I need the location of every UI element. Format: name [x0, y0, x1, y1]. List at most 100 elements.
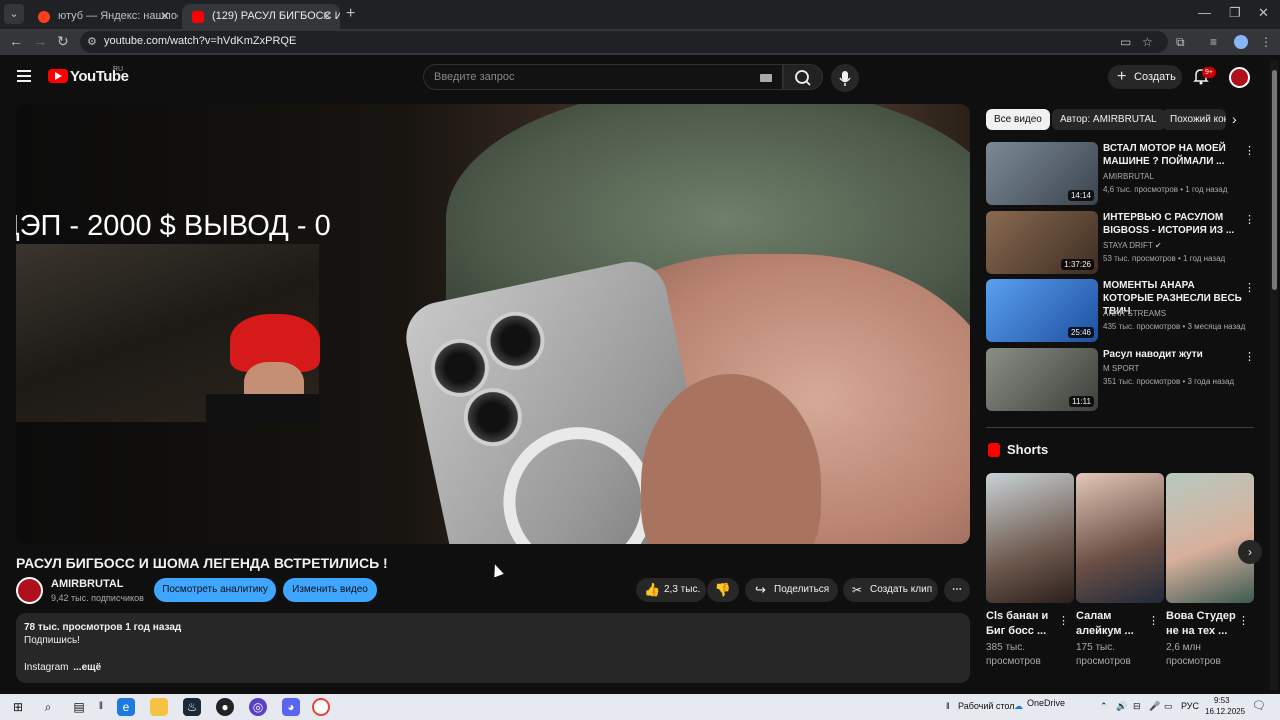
video-title[interactable]: ИНТЕРВЬЮ С РАСУЛОМ BIGBOSS - ИСТОРИЯ ИЗ …: [1103, 211, 1243, 237]
recommendation-item[interactable]: 11:11 Расул наводит жути M SPORT 351 тыс…: [986, 348, 1256, 412]
chip-author[interactable]: Автор: AMIRBRUTAL: [1052, 109, 1165, 130]
taskbar-separator: ‖: [98, 701, 104, 712]
bookmark-star-icon[interactable]: ☆: [1142, 35, 1153, 49]
channel-avatar[interactable]: [16, 577, 43, 604]
recommendation-item[interactable]: 14:14 ВСТАЛ МОТОР НА МОЕЙ МАШИНЕ ? ПОЙМА…: [986, 142, 1256, 206]
new-tab-button[interactable]: +: [346, 5, 355, 23]
back-button[interactable]: ←: [9, 33, 23, 49]
keyboard-icon[interactable]: [760, 74, 772, 82]
channel-name[interactable]: AMIRBRUTAL: [51, 578, 124, 590]
more-vert-icon[interactable]: ⋮: [1058, 614, 1069, 627]
short-title[interactable]: Салам алейкум ...: [1076, 609, 1146, 639]
recommendation-item[interactable]: 1:37:26 ИНТЕРВЬЮ С РАСУЛОМ BIGBOSS - ИСТ…: [986, 211, 1256, 275]
account-avatar[interactable]: [1229, 67, 1250, 88]
onedrive-label[interactable]: OneDrive: [1027, 698, 1065, 708]
close-icon[interactable]: ✕: [322, 4, 332, 29]
edge-icon[interactable]: e: [117, 698, 135, 716]
more-vert-icon[interactable]: ⋮: [1244, 281, 1255, 294]
tab-yandex[interactable]: ютуб — Яндекс: нашлось 7 млн ✕: [28, 4, 178, 29]
desktop-label[interactable]: Рабочий стол: [958, 701, 1015, 711]
windows-start-icon[interactable]: ⊞: [9, 698, 27, 716]
create-clip-button[interactable]: ✂ Создать клип: [843, 578, 938, 602]
app-icon[interactable]: ●: [216, 698, 234, 716]
shorts-next-button[interactable]: ›: [1238, 540, 1262, 564]
menu-icon[interactable]: ⋮: [1260, 35, 1272, 49]
video-player[interactable]: ДЭП - 2000 $ ВЫВОД - 0: [16, 104, 970, 544]
more-vert-icon[interactable]: ⋮: [1148, 614, 1159, 627]
voice-search-button[interactable]: [831, 64, 859, 92]
file-explorer-icon[interactable]: [150, 698, 168, 716]
close-icon[interactable]: ✕: [160, 4, 170, 29]
cast-icon[interactable]: ▭: [1120, 35, 1131, 49]
create-button[interactable]: + Создать: [1108, 65, 1182, 89]
forward-button[interactable]: →: [33, 33, 47, 49]
reload-button[interactable]: ↻: [57, 33, 69, 50]
browser-tab-bar: ⌄ ютуб — Яндекс: нашлось 7 млн ✕ (129) Р…: [0, 0, 1280, 29]
profile-avatar[interactable]: [1234, 35, 1248, 49]
chrome-icon[interactable]: [312, 698, 330, 716]
channel-name[interactable]: M SPORT: [1103, 364, 1139, 373]
display-icon[interactable]: ▭: [1164, 701, 1173, 712]
tray-expand-icon[interactable]: ⌃: [1100, 701, 1108, 712]
more-vert-icon[interactable]: ⋮: [1244, 144, 1255, 157]
video-thumbnail[interactable]: 1:37:26: [986, 211, 1098, 274]
restore-button[interactable]: ❐: [1229, 5, 1241, 21]
more-vert-icon[interactable]: ⋮: [1244, 213, 1255, 226]
video-description[interactable]: 78 тыс. просмотров 1 год назад Подпишись…: [16, 613, 970, 683]
menu-hamburger-icon[interactable]: [17, 70, 31, 82]
more-vert-icon[interactable]: ⋮: [1238, 614, 1249, 627]
share-button[interactable]: ↪ Поделиться: [745, 578, 838, 602]
site-info-icon[interactable]: ⚙: [87, 35, 97, 48]
youtube-logo-icon[interactable]: [48, 69, 68, 83]
obs-icon[interactable]: ◎: [249, 698, 267, 716]
reading-list-icon[interactable]: ≡: [1210, 35, 1217, 49]
channel-name[interactable]: ANAR STREAMS: [1103, 309, 1166, 318]
minimize-button[interactable]: —: [1198, 5, 1211, 20]
search-button[interactable]: [783, 64, 823, 90]
dislike-button[interactable]: 👎: [707, 578, 739, 602]
chevron-right-icon[interactable]: ›: [1232, 111, 1237, 127]
window-close-button[interactable]: ✕: [1258, 5, 1269, 21]
like-button[interactable]: 👍 2,3 тыс.: [636, 578, 706, 602]
more-actions-button[interactable]: ⋯: [944, 578, 970, 602]
discord-icon[interactable]: ◕: [282, 698, 300, 716]
video-thumbnail[interactable]: 11:11: [986, 348, 1098, 411]
channel-name[interactable]: AMIRBRUTAL: [1103, 172, 1154, 181]
scrollbar-thumb[interactable]: [1272, 70, 1277, 290]
chip-related[interactable]: Похожий контент: [1162, 109, 1226, 130]
language-indicator[interactable]: РУС: [1181, 701, 1199, 711]
short-thumbnail[interactable]: [1166, 473, 1254, 603]
thumbs-down-icon: 👎: [714, 582, 732, 597]
clock-date[interactable]: 16.12.2025: [1205, 707, 1245, 716]
scissors-icon: ✂: [852, 583, 863, 597]
short-thumbnail[interactable]: [1076, 473, 1164, 603]
tab-search-button[interactable]: ⌄: [4, 4, 24, 24]
clock-time[interactable]: 9:53: [1214, 696, 1230, 705]
extensions-icon[interactable]: ⧉: [1176, 35, 1185, 50]
more-vert-icon[interactable]: ⋮: [1244, 350, 1255, 363]
short-title[interactable]: Cls банан и Биг босс ...: [986, 609, 1056, 639]
search-icon[interactable]: ⌕: [39, 698, 57, 716]
view-analytics-button[interactable]: Посмотреть аналитику: [154, 578, 276, 602]
microphone-icon[interactable]: 🎤: [1149, 701, 1160, 712]
channel-name[interactable]: STAYA DRIFT ✔: [1103, 241, 1162, 250]
steam-icon[interactable]: ♨: [183, 698, 201, 716]
video-title[interactable]: ВСТАЛ МОТОР НА МОЕЙ МАШИНЕ ? ПОЙМАЛИ ...: [1103, 142, 1243, 168]
short-thumbnail[interactable]: [986, 473, 1074, 603]
chip-all-videos[interactable]: Все видео: [986, 109, 1050, 130]
edit-video-button[interactable]: Изменить видео: [283, 578, 377, 602]
address-bar[interactable]: ⚙ youtube.com/watch?v=hVdKmZxPRQE: [80, 31, 1168, 53]
search-input[interactable]: Введите запрос: [423, 64, 783, 90]
network-icon[interactable]: ⊟: [1133, 701, 1141, 712]
video-thumbnail[interactable]: 14:14: [986, 142, 1098, 205]
tab-youtube[interactable]: (129) РАСУЛ БИГБОСС И Ш ✕: [182, 4, 340, 29]
video-thumbnail[interactable]: 25:46: [986, 279, 1098, 342]
show-more-link[interactable]: ...ещё: [73, 662, 101, 673]
video-title[interactable]: Расул наводит жути: [1103, 348, 1243, 361]
speaker-icon[interactable]: 🔊: [1116, 701, 1127, 712]
short-title[interactable]: Вова Студер не на тех ...: [1166, 609, 1236, 639]
task-view-icon[interactable]: ▤: [70, 698, 88, 716]
notification-center-icon[interactable]: 🗨: [1252, 699, 1266, 712]
recommendation-item[interactable]: 25:46 МОМЕНТЫ АНАРА КОТОРЫЕ РАЗНЕСЛИ ВЕС…: [986, 279, 1256, 343]
short-views: 175 тыс. просмотров: [1076, 642, 1131, 667]
